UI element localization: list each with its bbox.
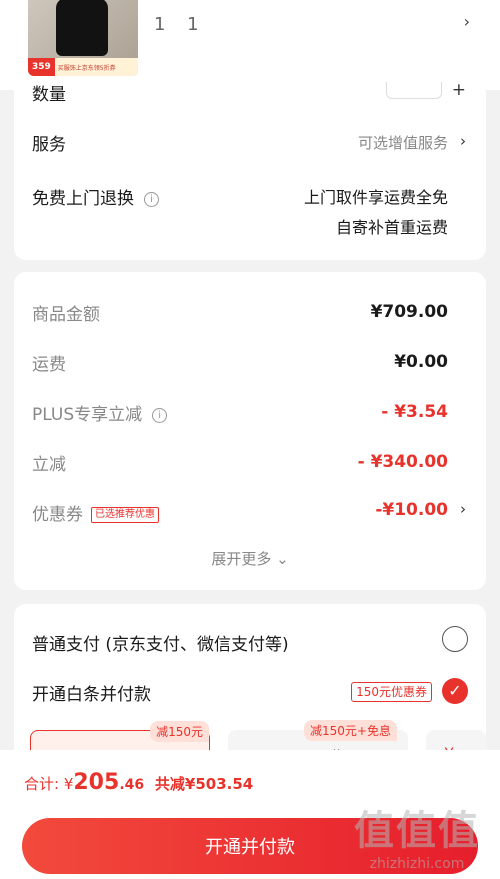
total-integer: 205 (73, 770, 120, 795)
normal-payment-radio[interactable] (442, 626, 468, 652)
plus-discount-label: PLUS专享立减 i (32, 400, 168, 425)
plus-icon[interactable]: + (452, 80, 466, 100)
price-summary-card: 商品金额 ¥709.00 运费 ¥0.00 PLUS专享立减 i - ¥3.54 … (14, 272, 486, 590)
chevron-right-icon[interactable]: › (460, 500, 466, 518)
plus-discount-value: - ¥3.54 (381, 402, 448, 422)
coupon-label-text: 优惠券 (32, 505, 83, 525)
expand-more-button[interactable]: 展开更多 ⌄ (14, 548, 486, 569)
total-saved: 共减¥503.54 (154, 775, 254, 793)
coupon-recommended-tag: 已选推荐优惠 (91, 507, 159, 523)
info-icon[interactable]: i (144, 192, 159, 207)
info-icon[interactable]: i (152, 408, 168, 423)
expand-more-label: 展开更多 (211, 550, 272, 568)
service-value[interactable]: 可选增值服务 (358, 132, 448, 153)
free-return-line1: 上门取件享运费全免 (303, 188, 448, 207)
watermark-site: zhizhizhi.com (369, 856, 465, 872)
plus-discount-text: PLUS专享立减 (32, 405, 143, 425)
coupon-label[interactable]: 优惠券 已选推荐优惠 (32, 500, 159, 525)
total-decimal: .46 (119, 777, 145, 793)
coat-image (56, 0, 108, 56)
product-qty-text: 1 1 (154, 14, 207, 35)
shipping-label: 运费 (32, 355, 66, 375)
baitiao-payment-label[interactable]: 开通白条并付款 (32, 680, 151, 705)
baitiao-coupon-badge: 150元优惠券 (351, 682, 432, 702)
watermark-logo: 值值值 (354, 808, 480, 854)
product-thumbnail[interactable]: 359 买服饰上京东领5折券 (28, 0, 138, 76)
installment-flag: 减150元 (150, 721, 209, 742)
checkmark-icon: ✓ (448, 681, 462, 700)
site-watermark: 值值值 zhizhizhi.com (354, 798, 480, 872)
options-card: 数量 + 服务 可选增值服务 › 免费上门退换 i 上门取件享运费全免 自寄补首重… (14, 80, 486, 260)
quantity-label: 数量 (32, 85, 66, 105)
quantity-stepper[interactable] (386, 82, 442, 99)
instant-discount-value: - ¥340.00 (357, 452, 448, 472)
goods-amount-label: 商品金额 (32, 305, 100, 325)
price-tag: 359 (28, 58, 55, 76)
normal-payment-label[interactable]: 普通支付 (京东支付、微信支付等) (32, 630, 289, 655)
total-prefix: 合计: ¥ (24, 775, 74, 793)
free-return-label: 免费上门退换 i (32, 184, 159, 209)
promo-text: 买服饰上京东领5折券 (57, 64, 116, 72)
total-amount: 合计: ¥205.46 共减¥503.54 (24, 770, 253, 795)
service-label: 服务 (32, 135, 66, 155)
baitiao-payment-radio[interactable]: ✓ (442, 678, 468, 704)
chevron-right-icon[interactable]: › (464, 12, 470, 31)
chevron-right-icon[interactable]: › (460, 132, 466, 150)
instant-discount-label: 立减 (32, 455, 66, 475)
free-return-line2: 自寄补首重运费 (335, 218, 448, 237)
goods-amount-value: ¥709.00 (370, 302, 448, 322)
coupon-value[interactable]: -¥10.00 (375, 500, 448, 520)
shipping-value: ¥0.00 (394, 352, 448, 372)
product-summary[interactable]: 359 买服饰上京东领5折券 1 1 › (0, 0, 500, 90)
free-return-text: 免费上门退换 (32, 189, 134, 209)
promo-strip: 359 买服饰上京东领5折券 (28, 58, 138, 76)
chevron-down-icon: ⌄ (276, 550, 289, 568)
installment-flag: 减150元+免息 (304, 720, 397, 741)
